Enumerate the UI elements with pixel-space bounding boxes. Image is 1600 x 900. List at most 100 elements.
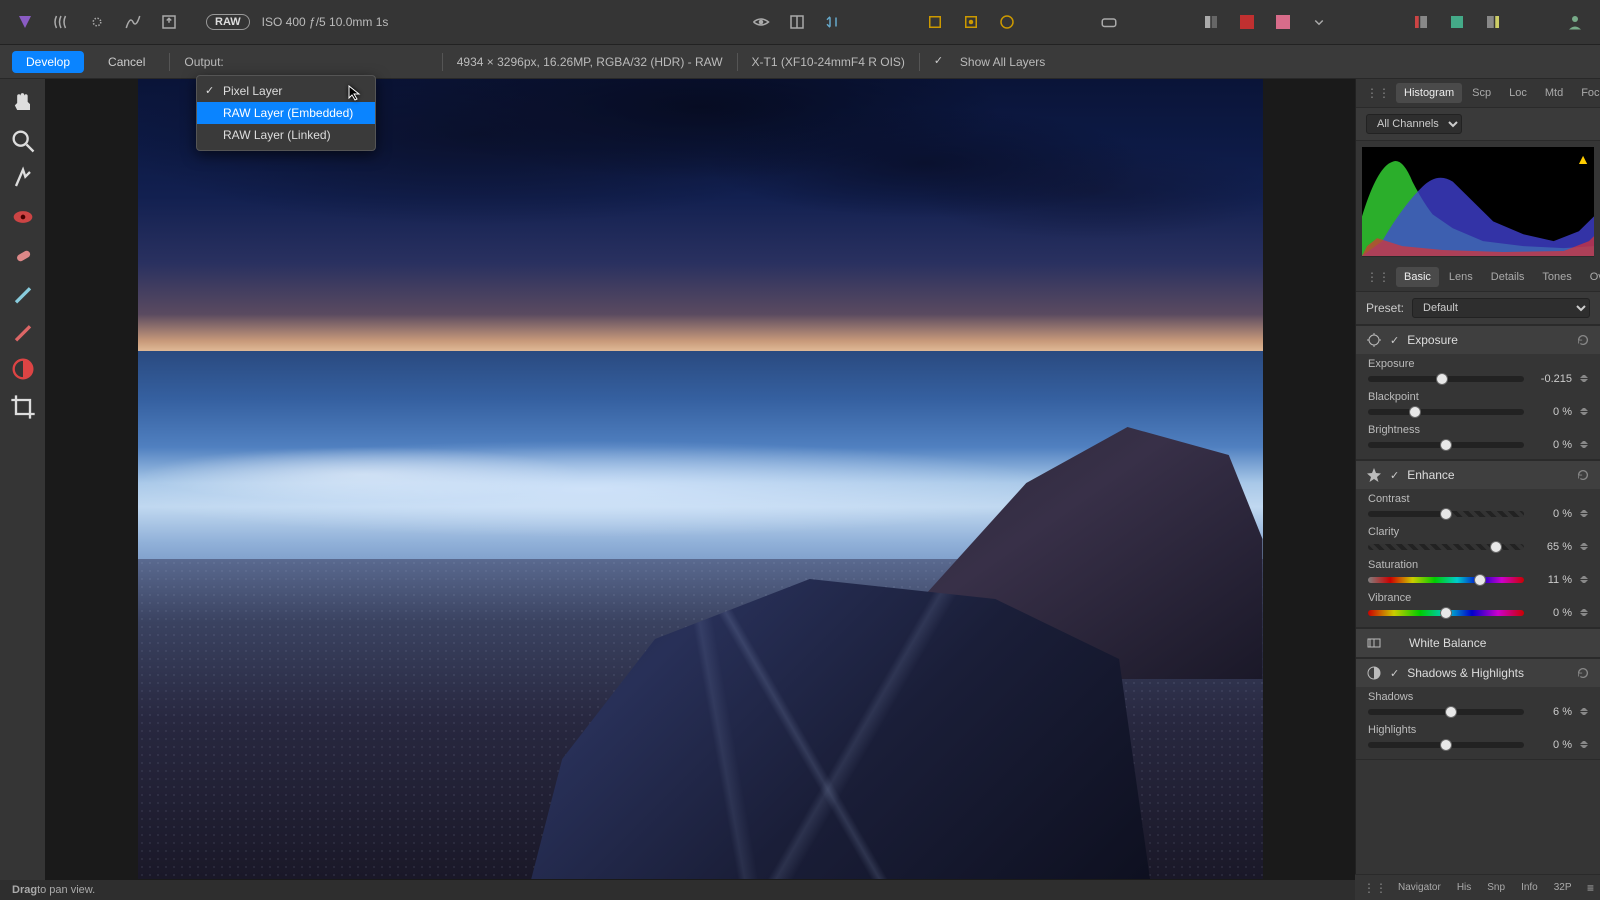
exposure-label: Exposure: [1368, 358, 1588, 370]
saturation-stepper[interactable]: [1580, 573, 1588, 586]
canvas-viewport[interactable]: [45, 79, 1355, 880]
view-eye-icon[interactable]: [746, 7, 776, 37]
brightness-slider[interactable]: [1368, 442, 1524, 448]
vibrance-value[interactable]: 0 %: [1532, 607, 1572, 619]
camera-info: X-T1 (XF10-24mmF4 R OIS): [752, 55, 905, 69]
layout-1-icon[interactable]: [1406, 7, 1436, 37]
tab-history[interactable]: His: [1450, 880, 1478, 895]
swatch-pink[interactable]: [1268, 7, 1298, 37]
channels-select[interactable]: All Channels: [1366, 114, 1462, 134]
account-icon[interactable]: [1560, 7, 1590, 37]
histogram-display: ▲: [1362, 147, 1594, 257]
highlights-slider[interactable]: [1368, 742, 1524, 748]
app-logo-icon[interactable]: [10, 7, 40, 37]
reset-icon[interactable]: [1576, 333, 1590, 347]
enhance-toggle[interactable]: ✓: [1390, 469, 1399, 482]
sh-toggle[interactable]: ✓: [1390, 667, 1399, 680]
contrast-slider[interactable]: [1368, 511, 1524, 517]
exposure-slider[interactable]: [1368, 376, 1524, 382]
tab-info[interactable]: Info: [1514, 880, 1545, 895]
dropdown-item-embedded[interactable]: RAW Layer (Embedded): [197, 102, 375, 124]
clarity-value[interactable]: 65 %: [1532, 541, 1572, 553]
raw-badge: RAW: [206, 14, 250, 30]
vibrance-slider[interactable]: [1368, 610, 1524, 616]
tab-details[interactable]: Details: [1483, 267, 1533, 287]
drag-handle-icon[interactable]: ⋮⋮: [1362, 86, 1394, 100]
clarity-slider[interactable]: [1368, 544, 1524, 550]
preset-select[interactable]: Default: [1412, 298, 1590, 318]
section-exposure[interactable]: ✓ Exposure: [1356, 325, 1600, 354]
blemish-tool-icon[interactable]: [9, 241, 37, 269]
tools-panel: [0, 79, 45, 880]
clip-highlights-icon[interactable]: [956, 7, 986, 37]
tab-32p[interactable]: 32P: [1547, 880, 1579, 895]
contrast-value[interactable]: 0 %: [1532, 508, 1572, 520]
tab-navigator[interactable]: Navigator: [1391, 880, 1448, 895]
tab-focus[interactable]: Focus: [1573, 83, 1600, 103]
shadows-stepper[interactable]: [1580, 705, 1588, 718]
saturation-slider[interactable]: [1368, 577, 1524, 583]
blackpoint-slider[interactable]: [1368, 409, 1524, 415]
mirror-view-icon[interactable]: [818, 7, 848, 37]
highlights-stepper[interactable]: [1580, 738, 1588, 751]
tab-scope[interactable]: Scp: [1464, 83, 1499, 103]
dropdown-item-linked[interactable]: RAW Layer (Linked): [197, 124, 375, 146]
persona-export-icon[interactable]: [154, 7, 184, 37]
highlights-value[interactable]: 0 %: [1532, 739, 1572, 751]
layout-2-icon[interactable]: [1442, 7, 1472, 37]
overlay-paint-tool-icon[interactable]: [9, 279, 37, 307]
drag-handle-icon[interactable]: ⋮⋮: [1361, 881, 1389, 895]
white-balance-tool-icon[interactable]: [9, 165, 37, 193]
tab-lens[interactable]: Lens: [1441, 267, 1481, 287]
tab-basic[interactable]: Basic: [1396, 267, 1439, 287]
contrast-stepper[interactable]: [1580, 507, 1588, 520]
shadows-slider[interactable]: [1368, 709, 1524, 715]
section-white-balance[interactable]: White Balance: [1356, 628, 1600, 658]
brightness-value[interactable]: 0 %: [1532, 439, 1572, 451]
tab-location[interactable]: Loc: [1501, 83, 1535, 103]
blackpoint-stepper[interactable]: [1580, 405, 1588, 418]
develop-button[interactable]: Develop: [12, 51, 84, 73]
persona-liquify-icon[interactable]: [46, 7, 76, 37]
clip-tones-icon[interactable]: [992, 7, 1022, 37]
contrast-label: Contrast: [1368, 493, 1588, 505]
panel-menu-icon[interactable]: ≡: [1587, 881, 1594, 895]
red-eye-tool-icon[interactable]: [9, 203, 37, 231]
reset-icon[interactable]: [1576, 666, 1590, 680]
clarity-stepper[interactable]: [1580, 540, 1588, 553]
crop-tool-icon[interactable]: [9, 393, 37, 421]
zoom-tool-icon[interactable]: [9, 127, 37, 155]
tab-metadata[interactable]: Mtd: [1537, 83, 1571, 103]
persona-develop-icon[interactable]: [82, 7, 112, 37]
clip-shadows-icon[interactable]: [920, 7, 950, 37]
persona-tone-icon[interactable]: [118, 7, 148, 37]
split-view-icon[interactable]: [782, 7, 812, 37]
chevron-down-icon[interactable]: [1304, 7, 1334, 37]
exposure-toggle[interactable]: ✓: [1390, 334, 1399, 347]
exposure-value[interactable]: -0.215: [1532, 373, 1572, 385]
tab-overlays[interactable]: Overlays: [1582, 267, 1600, 287]
cancel-button[interactable]: Cancel: [98, 51, 155, 73]
exposure-icon: [1366, 332, 1382, 348]
blackpoint-value[interactable]: 0 %: [1532, 406, 1572, 418]
section-enhance[interactable]: ✓ Enhance: [1356, 460, 1600, 489]
saturation-value[interactable]: 11 %: [1532, 574, 1572, 586]
tab-snapshots[interactable]: Snp: [1480, 880, 1512, 895]
tab-histogram[interactable]: Histogram: [1396, 83, 1462, 103]
section-shadows-highlights[interactable]: ✓ Shadows & Highlights: [1356, 658, 1600, 687]
brightness-stepper[interactable]: [1580, 438, 1588, 451]
show-all-layers-checkbox[interactable]: [934, 56, 946, 68]
swatch-panel-icon[interactable]: [1196, 7, 1226, 37]
sync-icon[interactable]: [1094, 7, 1124, 37]
drag-handle-icon[interactable]: ⋮⋮: [1362, 270, 1394, 284]
shadows-value[interactable]: 6 %: [1532, 706, 1572, 718]
tab-tones[interactable]: Tones: [1534, 267, 1579, 287]
overlay-gradient-tool-icon[interactable]: [9, 355, 37, 383]
layout-3-icon[interactable]: [1478, 7, 1508, 37]
exposure-stepper[interactable]: [1580, 372, 1588, 385]
swatch-red[interactable]: [1232, 7, 1262, 37]
overlay-erase-tool-icon[interactable]: [9, 317, 37, 345]
reset-icon[interactable]: [1576, 468, 1590, 482]
hand-tool-icon[interactable]: [9, 89, 37, 117]
vibrance-stepper[interactable]: [1580, 606, 1588, 619]
